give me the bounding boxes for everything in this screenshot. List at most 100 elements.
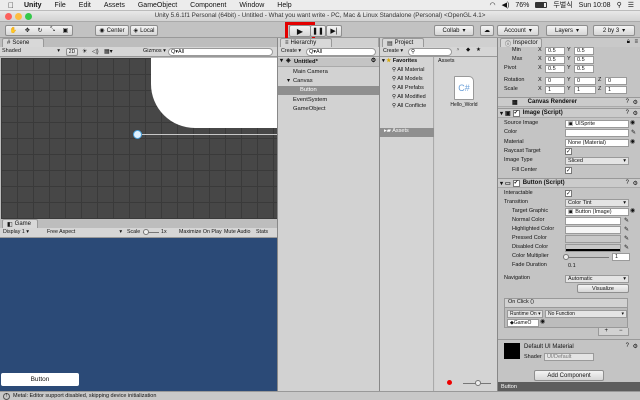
asset-hello-world[interactable]: C# Hello_World	[443, 76, 485, 112]
search-icon[interactable]: ⚲	[617, 1, 622, 9]
image-type-dropdown[interactable]: Sliced ▾	[565, 157, 629, 165]
pressed-color-swatch[interactable]	[565, 235, 621, 243]
tab-scene[interactable]: # Scene	[2, 38, 44, 47]
fill-center-checkbox[interactable]: ✓	[565, 167, 572, 174]
pause-button[interactable]: ❚❚	[310, 25, 326, 37]
add-listener-button[interactable]: +	[604, 328, 608, 335]
hierarchy-item-button[interactable]: Button	[278, 86, 379, 95]
eyedropper-icon[interactable]: ✎	[624, 244, 629, 251]
menu-component[interactable]: Component	[190, 2, 226, 9]
canvas-renderer-header[interactable]: ▦ Canvas Renderer ? ⚙	[498, 97, 640, 107]
scale-slider[interactable]	[143, 229, 159, 235]
ui-button-gizmo[interactable]	[133, 130, 142, 139]
hierarchy-item-eventsystem[interactable]: EventSystem	[278, 96, 379, 105]
function-dropdown[interactable]: No Function ▾	[545, 310, 627, 318]
scale-y-field[interactable]: 1	[574, 86, 596, 94]
raycast-target-checkbox[interactable]: ✓	[565, 148, 572, 155]
scale-slider-thumb[interactable]	[143, 229, 149, 235]
target-graphic-field[interactable]: ▣ Button (Image)	[565, 208, 629, 216]
anchor-min-x-field[interactable]: 0.5	[545, 47, 565, 55]
expand-arrow-icon[interactable]: ▾	[280, 58, 283, 64]
layout-dropdown[interactable]: 2 by 3 ▾	[593, 25, 635, 36]
menu-help[interactable]: Help	[277, 2, 291, 9]
onclick-target-object-field[interactable]: ◆ GameO	[507, 319, 539, 327]
rotation-y-field[interactable]: 0	[574, 77, 596, 85]
status-message[interactable]: Metal: Editor support disabled, skipping…	[13, 393, 156, 399]
apple-icon[interactable]: 	[8, 1, 16, 10]
favorite-all-prefabs[interactable]: ⚲ All Prefabs	[392, 85, 424, 91]
menu-file[interactable]: File	[55, 2, 66, 9]
gear-icon[interactable]: ⚙	[633, 99, 638, 106]
toggle-2d-button[interactable]: 2D	[66, 48, 78, 56]
lighting-icon[interactable]: ☀	[82, 48, 87, 55]
rotation-x-field[interactable]: 0	[545, 77, 565, 85]
aspect-dropdown[interactable]: Free Aspect ▾	[47, 229, 122, 235]
color-multiplier-slider[interactable]	[563, 254, 609, 260]
image-enabled-checkbox[interactable]: ✓	[512, 109, 520, 117]
hierarchy-item-main-camera[interactable]: Main Camera	[278, 68, 379, 77]
button-enabled-checkbox[interactable]: ✓	[512, 179, 520, 187]
normal-color-swatch[interactable]	[565, 217, 621, 225]
window-zoom-button[interactable]	[25, 13, 32, 20]
cloud-button[interactable]: ☁	[480, 25, 494, 36]
pivot-y-field[interactable]: 0.5	[574, 65, 594, 73]
source-image-field[interactable]: ▣ UISprite	[565, 120, 629, 128]
assets-breadcrumb[interactable]: Assets	[438, 58, 455, 64]
expand-arrow-icon[interactable]: ▾	[500, 180, 503, 187]
hierarchy-create-dropdown[interactable]: Create ▾	[281, 48, 301, 54]
eyedropper-icon[interactable]: ✎	[624, 235, 629, 242]
favorite-all-models[interactable]: ⚲ All Models	[392, 76, 423, 82]
fade-duration-field[interactable]: 0.1	[565, 262, 629, 270]
interactable-checkbox[interactable]: ✓	[565, 190, 572, 197]
window-minimize-button[interactable]	[15, 13, 22, 20]
project-create-dropdown[interactable]: Create ▾	[383, 48, 403, 54]
ime-indicator[interactable]: 두벌식	[553, 0, 572, 10]
add-component-button[interactable]: Add Component	[534, 370, 604, 381]
scene-viewport[interactable]	[1, 58, 277, 219]
filter-by-label-icon[interactable]: ◆	[466, 47, 470, 53]
icon-size-slider-thumb[interactable]	[475, 380, 481, 386]
volume-icon[interactable]: ◀)	[502, 1, 510, 9]
account-dropdown[interactable]: Account ▾	[497, 25, 539, 36]
eyedropper-icon[interactable]: ✎	[624, 226, 629, 233]
menu-window[interactable]: Window	[239, 2, 264, 9]
mute-audio-toggle[interactable]: Mute Audio	[224, 229, 251, 235]
shader-dropdown[interactable]: UI/Default	[544, 353, 594, 361]
lock-icon[interactable]: 🔒︎	[627, 39, 630, 46]
expand-arrow-icon[interactable]: ▾	[287, 78, 290, 84]
scale-z-field[interactable]: 1	[605, 86, 627, 94]
pivot-mode-toggle[interactable]: ◉ Center	[95, 25, 129, 36]
material-field[interactable]: None (Material)	[565, 139, 629, 147]
shading-mode-dropdown[interactable]: Shaded ▾	[2, 48, 60, 56]
favorites-header[interactable]: ▾ ★ Favorites	[382, 58, 417, 64]
notification-center-icon[interactable]: ☰	[628, 1, 634, 9]
remove-listener-button[interactable]: −	[619, 328, 623, 335]
scene-search-input[interactable]: Q▾All	[168, 48, 273, 56]
hierarchy-item-gameobject[interactable]: GameObject	[278, 105, 379, 114]
image-color-swatch[interactable]	[565, 129, 629, 137]
scale-tool-icon[interactable]: ⤡	[50, 27, 55, 34]
object-picker-icon[interactable]: ◉	[540, 318, 545, 325]
display-dropdown[interactable]: Display 1 ▾	[3, 229, 43, 235]
eyedropper-icon[interactable]: ✎	[624, 217, 629, 224]
audio-icon[interactable]: ◁)	[92, 48, 99, 55]
runtime-mode-dropdown[interactable]: Runtime On ▾	[507, 310, 543, 318]
favorite-all-materials[interactable]: ⚲ All Material	[392, 67, 424, 73]
menu-assets[interactable]: Assets	[104, 2, 125, 9]
move-tool-icon[interactable]: ✥	[25, 27, 30, 34]
button-component-header[interactable]: ▾ ▭ ✓ Button (Script) ? ⚙	[498, 178, 640, 188]
assets-root-folder[interactable]: ▸▰ Assets	[380, 128, 434, 137]
help-icon[interactable]: ?	[626, 110, 629, 116]
gear-icon[interactable]: ⚙	[633, 110, 638, 117]
saved-search-icon[interactable]: ★	[476, 47, 481, 53]
favorite-all-modified[interactable]: ⚲ All Modified	[392, 94, 426, 100]
navigation-dropdown[interactable]: Automatic ▾	[565, 275, 629, 283]
hierarchy-item-canvas[interactable]: ▾ Canvas	[278, 77, 379, 86]
app-menu[interactable]: Unity	[24, 2, 42, 9]
eyedropper-icon[interactable]: ✎	[631, 129, 636, 136]
menu-gameobject[interactable]: GameObject	[138, 2, 177, 9]
help-icon[interactable]: ?	[626, 99, 629, 105]
collab-dropdown[interactable]: Collab ▾	[434, 25, 474, 36]
tab-project[interactable]: ▤ Project	[382, 38, 424, 47]
play-button[interactable]: ▶	[289, 25, 311, 37]
